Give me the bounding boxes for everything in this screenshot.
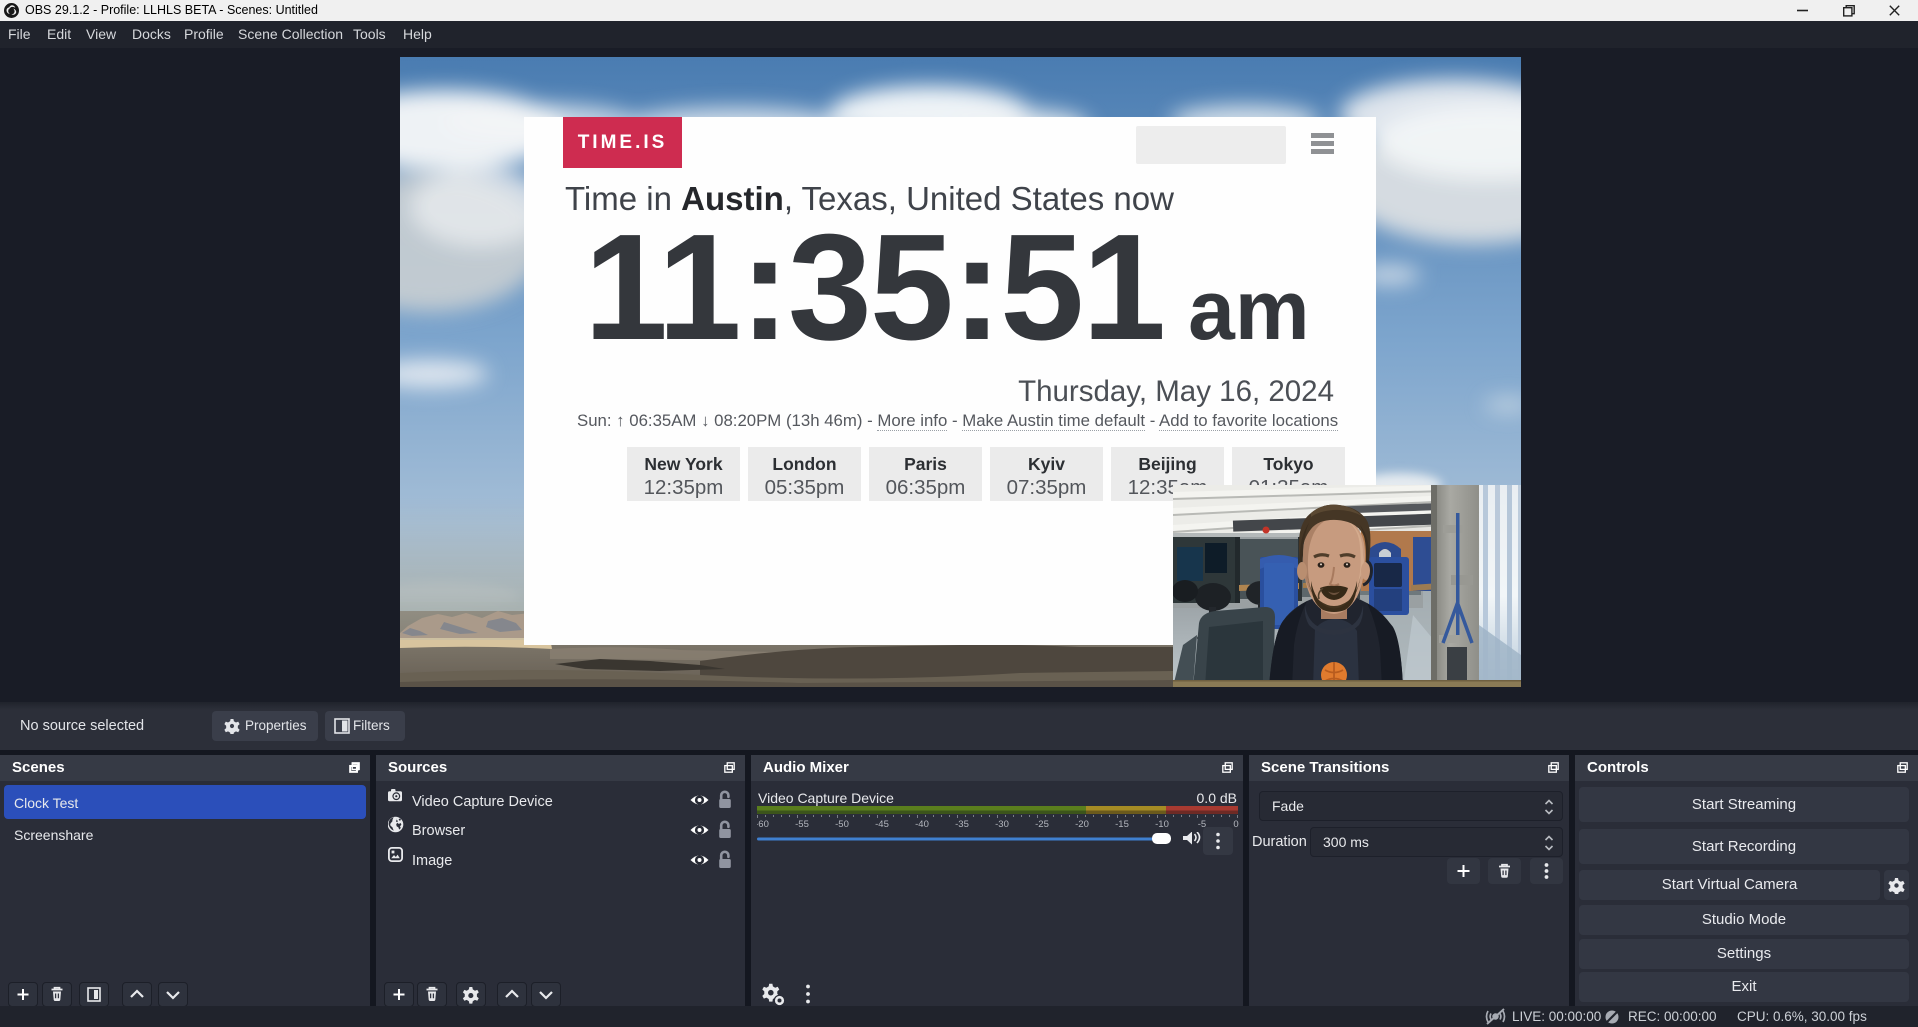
svg-text:Image: Image xyxy=(412,853,452,869)
svg-text:-40: -40 xyxy=(915,819,929,830)
svg-text:Video Capture Device: Video Capture Device xyxy=(412,794,553,810)
svg-text:-15: -15 xyxy=(1115,819,1129,830)
svg-text:-50: -50 xyxy=(835,819,849,830)
svg-text:-30: -30 xyxy=(995,819,1009,830)
svg-text:-55: -55 xyxy=(795,819,809,830)
svg-text:-25: -25 xyxy=(1035,819,1049,830)
svg-text:-10: -10 xyxy=(1155,819,1169,830)
svg-text:-60: -60 xyxy=(757,819,769,830)
svg-text:0: 0 xyxy=(1233,819,1238,830)
svg-text:-45: -45 xyxy=(875,819,889,830)
svg-text:-35: -35 xyxy=(955,819,969,830)
svg-text:-20: -20 xyxy=(1075,819,1089,830)
svg-text:Browser: Browser xyxy=(412,823,465,839)
